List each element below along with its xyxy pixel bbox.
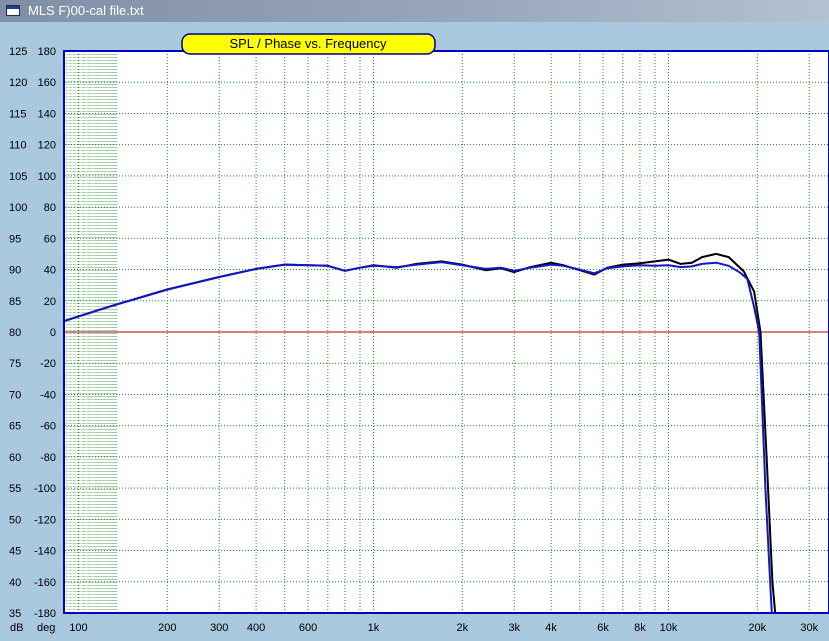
x-tick-label: 10k xyxy=(660,622,678,634)
y-tick-label-phase: -180 xyxy=(34,608,56,620)
x-tick-label: 200 xyxy=(158,622,176,634)
y-axis-spl-labels: 125 120 115 110 105 100 95 90 85 80 75 70 65 60 55 50 45… xyxy=(9,46,27,620)
y-tick-label-spl: 90 xyxy=(9,265,21,277)
y-tick-label-phase: -20 xyxy=(40,358,56,370)
y-tick-label-phase: 60 xyxy=(44,233,56,245)
y-tick-label-spl: 35 xyxy=(9,608,21,620)
x-tick-label: 600 xyxy=(299,622,317,634)
y-tick-label-spl: 120 xyxy=(9,77,27,89)
x-tick-label: 2k xyxy=(456,622,468,634)
y-tick-label-spl: 50 xyxy=(9,514,21,526)
x-tick-label: 100 xyxy=(69,622,87,634)
y-tick-label-spl: 55 xyxy=(9,483,21,495)
y-tick-label-phase: 40 xyxy=(44,265,56,277)
y-tick-label-spl: 85 xyxy=(9,296,21,308)
y-tick-label-phase: -40 xyxy=(40,389,56,401)
y-tick-label-phase: 140 xyxy=(38,108,56,120)
y-axis-spl-unit: dB xyxy=(10,622,23,634)
y-tick-label-spl: 80 xyxy=(9,327,21,339)
y-tick-label-phase: -140 xyxy=(34,546,56,558)
y-tick-label-spl: 95 xyxy=(9,233,21,245)
y-tick-label-spl: 60 xyxy=(9,452,21,464)
y-tick-label-spl: 100 xyxy=(9,202,27,214)
y-tick-label-phase: -100 xyxy=(34,483,56,495)
chart-window: MLS F)00-cal file.txt 125 120 115 110 105 100… xyxy=(0,0,829,641)
y-tick-label-spl: 70 xyxy=(9,389,21,401)
y-tick-label-phase: 100 xyxy=(38,171,56,183)
y-tick-label-spl: 125 xyxy=(9,46,27,58)
y-tick-label-spl: 75 xyxy=(9,358,21,370)
x-tick-label: 300 xyxy=(210,622,228,634)
x-axis-labels: 100 200 300 400 600 1k 2k 3k 4k 6k 8k 10k 20k 30k xyxy=(69,622,818,634)
y-tick-label-phase: 0 xyxy=(50,327,56,339)
y-tick-label-phase: 80 xyxy=(44,202,56,214)
y-tick-label-phase: 120 xyxy=(38,140,56,152)
y-tick-label-phase: -60 xyxy=(40,421,56,433)
x-tick-label: 8k xyxy=(634,622,646,634)
x-tick-label: 400 xyxy=(247,622,265,634)
window-title: MLS F)00-cal file.txt xyxy=(28,3,144,18)
y-tick-label-spl: 40 xyxy=(9,577,21,589)
x-tick-label: 20k xyxy=(748,622,766,634)
y-tick-label-spl: 105 xyxy=(9,171,27,183)
window-titlebar[interactable]: MLS F)00-cal file.txt xyxy=(0,0,829,22)
y-tick-label-spl: 45 xyxy=(9,546,21,558)
x-tick-label: 1k xyxy=(368,622,380,634)
y-tick-label-phase: 160 xyxy=(38,77,56,89)
y-tick-label-phase: 180 xyxy=(38,46,56,58)
x-tick-label: 6k xyxy=(597,622,609,634)
y-tick-label-phase: -160 xyxy=(34,577,56,589)
y-tick-label-phase: -120 xyxy=(34,514,56,526)
chart-title-box: SPL / Phase vs. Frequency xyxy=(181,33,436,55)
y-axis-phase-labels: 180 160 140 120 100 80 60 40 20 0 -20 -40 -60 -80 -100… xyxy=(34,46,56,620)
y-tick-label-phase: 20 xyxy=(44,296,56,308)
y-tick-label-spl: 115 xyxy=(9,108,27,120)
x-tick-label: 4k xyxy=(545,622,557,634)
y-tick-label-spl: 110 xyxy=(9,140,27,152)
y-tick-label-spl: 65 xyxy=(9,421,21,433)
y-tick-label-phase: -80 xyxy=(40,452,56,464)
y-axis-phase-unit: deg xyxy=(37,622,55,634)
x-tick-label: 3k xyxy=(508,622,520,634)
window-icon xyxy=(6,5,20,16)
spl-phase-chart[interactable]: 125 120 115 110 105 100 95 90 85 80 75 70 65 60 55 50 45… xyxy=(0,22,829,641)
x-tick-label: 30k xyxy=(800,622,818,634)
chart-title: SPL / Phase vs. Frequency xyxy=(229,36,387,51)
